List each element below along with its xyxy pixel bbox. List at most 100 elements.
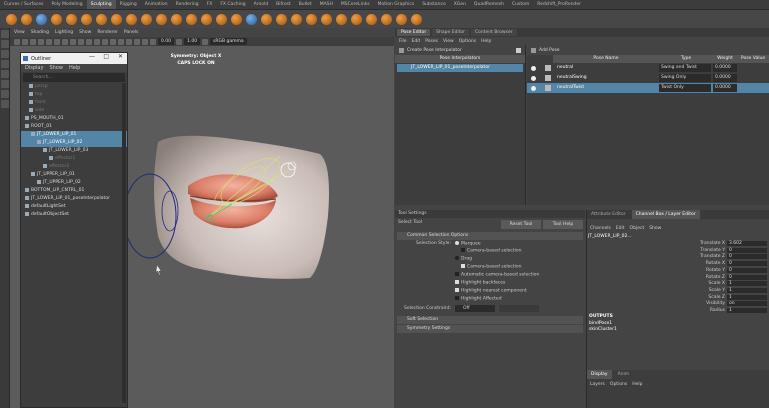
vp-menu-renderer[interactable]: Renderer — [97, 30, 118, 35]
channel-row[interactable]: Translate X 3.602 — [586, 241, 769, 248]
channel-value[interactable]: 0 — [727, 254, 767, 260]
sculpt-brush-icon[interactable] — [156, 13, 167, 25]
col-type[interactable]: Type — [659, 55, 713, 63]
interpolator-item[interactable]: JT_LOWER_LIP_01_poseInterpolator — [397, 64, 523, 72]
tab-content-browser[interactable]: Content Browser — [471, 29, 517, 36]
symmetry-settings-section[interactable]: Symmetry Settings — [397, 325, 583, 333]
smooth-shade-icon[interactable] — [78, 38, 84, 45]
channel-value[interactable]: 0 — [727, 247, 767, 253]
sculpt-brush-icon[interactable] — [186, 13, 197, 25]
outliner-menu-display[interactable]: Display — [25, 65, 43, 71]
layer-menu-layers[interactable]: Layers — [590, 382, 605, 387]
ambient-occlusion-icon[interactable] — [110, 38, 116, 45]
sculpt-brush-icon[interactable] — [381, 13, 392, 25]
channel-row[interactable]: Rotate Y0 — [586, 267, 769, 275]
image-plane-icon[interactable] — [38, 38, 44, 45]
channel-value[interactable]: 0 — [727, 274, 767, 280]
shelf-tab[interactable]: Bullet — [295, 0, 316, 9]
delete-icon[interactable] — [516, 47, 521, 53]
channel-value[interactable]: 1 — [727, 308, 767, 313]
pose-weight-field[interactable]: 0.0000 — [713, 84, 737, 92]
wireframe-icon[interactable] — [70, 38, 76, 45]
shelf-tab[interactable]: Arnold — [250, 0, 273, 9]
bookmark-icon[interactable] — [30, 38, 36, 45]
highlight-affected-checkbox[interactable]: Highlight Affected — [455, 296, 502, 302]
pose-radio-icon[interactable] — [531, 75, 536, 81]
cb-menu-object[interactable]: Object — [630, 226, 645, 231]
channel-row[interactable]: Scale X1 — [586, 281, 769, 288]
output-skincluster[interactable]: skinCluster1 — [589, 327, 617, 332]
sculpt-brush-icon[interactable] — [231, 13, 242, 25]
minimize-icon[interactable]: — — [89, 53, 95, 60]
outliner-item[interactable]: JT_LOWER_LIP_01 — [21, 131, 127, 139]
pose-menu-help[interactable]: Help — [481, 39, 491, 44]
exposure-field[interactable]: 0.00 — [158, 38, 175, 45]
tab-pose-editor[interactable]: Pose Editor — [397, 29, 431, 36]
channel-value[interactable]: on — [727, 301, 767, 307]
cb-menu-show[interactable]: Show — [649, 226, 661, 231]
sculpt-brush-icon[interactable] — [261, 13, 272, 25]
vp-menu-view[interactable]: View — [14, 30, 25, 35]
isolate-icon[interactable] — [126, 38, 132, 45]
sculpt-brush-icon[interactable] — [291, 13, 302, 25]
common-selection-section[interactable]: Common Selection Options — [397, 232, 583, 240]
channel-row[interactable]: Visibility on — [586, 301, 769, 308]
marquee-radio[interactable]: Marquee — [455, 241, 481, 247]
outliner-search-input[interactable]: Search... — [23, 73, 125, 82]
shelf-tab[interactable]: Motion Graphics — [374, 0, 419, 9]
tab-anim-layers[interactable]: Anim — [614, 370, 634, 379]
outliner-item[interactable]: defaultObjectSet — [21, 211, 127, 219]
sculpt-brush-icon[interactable] — [366, 13, 377, 25]
channel-row[interactable]: Rotate Z0 — [586, 274, 769, 282]
pose-type-dropdown[interactable]: Twist Only — [659, 84, 711, 92]
pose-radio-icon[interactable] — [531, 65, 536, 71]
maximize-icon[interactable]: □ — [103, 53, 109, 60]
sculpt-brush-icon[interactable] — [246, 13, 257, 25]
sculpt-brush-icon[interactable] — [171, 13, 182, 25]
sculpt-brush-icon[interactable] — [96, 13, 107, 25]
channel-value[interactable]: 3.602 — [727, 241, 767, 246]
outliner-item[interactable]: JT_UPPER_LIP_02 — [21, 179, 127, 187]
pose-menu-file[interactable]: File — [399, 39, 407, 44]
vp-menu-show[interactable]: Show — [79, 30, 91, 35]
highlight-nearest-checkbox[interactable]: Highlight nearest component — [455, 288, 527, 294]
rotate-tool-icon[interactable] — [1, 70, 9, 78]
shelf-tab[interactable]: MSCoreLinks — [337, 0, 374, 9]
outliner-title-bar[interactable]: Outliner — □ ✕ — [21, 53, 127, 64]
shadows-icon[interactable] — [102, 38, 108, 45]
pose-row[interactable]: neutral Swing and Twist 0.0000 — [527, 63, 769, 73]
layout-four-icon[interactable] — [1, 100, 9, 108]
col-pose-name[interactable]: Pose Name — [553, 55, 659, 63]
col-pose-value[interactable]: Pose Value — [737, 55, 769, 63]
outliner-item[interactable]: JT_LOWER_LIP_02 — [21, 139, 127, 147]
shelf-tab[interactable]: Sculpting — [86, 0, 116, 9]
select-tool-icon[interactable] — [1, 30, 9, 38]
sculpt-brush-icon[interactable] — [111, 13, 122, 25]
sculpt-brush-icon[interactable] — [66, 13, 77, 25]
outliner-menu-help[interactable]: Help — [69, 65, 80, 71]
pose-menu-edit[interactable]: Edit — [412, 39, 421, 44]
outliner-item[interactable]: BOTTOM_LIP_CNTRL_01 — [21, 187, 127, 195]
reset-tool-button[interactable]: Reset Tool — [501, 220, 541, 229]
outliner-menu-show[interactable]: Show — [49, 65, 63, 71]
sculpt-brush-icon[interactable] — [411, 13, 422, 25]
pose-radio-icon[interactable] — [531, 85, 536, 91]
scale-tool-icon[interactable] — [1, 80, 9, 88]
outliner-item[interactable]: side — [21, 107, 127, 115]
channel-row[interactable]: Scale Y1 — [586, 287, 769, 295]
camera-icon[interactable] — [14, 38, 20, 45]
gamma-icon[interactable] — [176, 38, 183, 45]
channel-row[interactable]: Translate Z0 — [586, 254, 769, 261]
soft-selection-section[interactable]: Soft Selection — [397, 316, 583, 324]
camera-based-checkbox-1[interactable]: Camera-based selection — [461, 248, 522, 254]
outliner-item[interactable]: effector2 — [21, 163, 127, 171]
constraint-value-field[interactable] — [499, 305, 539, 312]
channel-value[interactable]: 1 — [727, 281, 767, 287]
layer-menu-help[interactable]: Help — [632, 382, 642, 387]
pose-type-dropdown[interactable]: Swing Only — [659, 74, 711, 82]
shelf-tab[interactable]: QuadRemesh — [470, 0, 508, 9]
shelf-tab[interactable]: XGen — [450, 0, 470, 9]
resolution-gate-icon[interactable] — [62, 38, 68, 45]
lights-icon[interactable] — [94, 38, 100, 45]
xray-components-icon[interactable] — [150, 38, 156, 45]
